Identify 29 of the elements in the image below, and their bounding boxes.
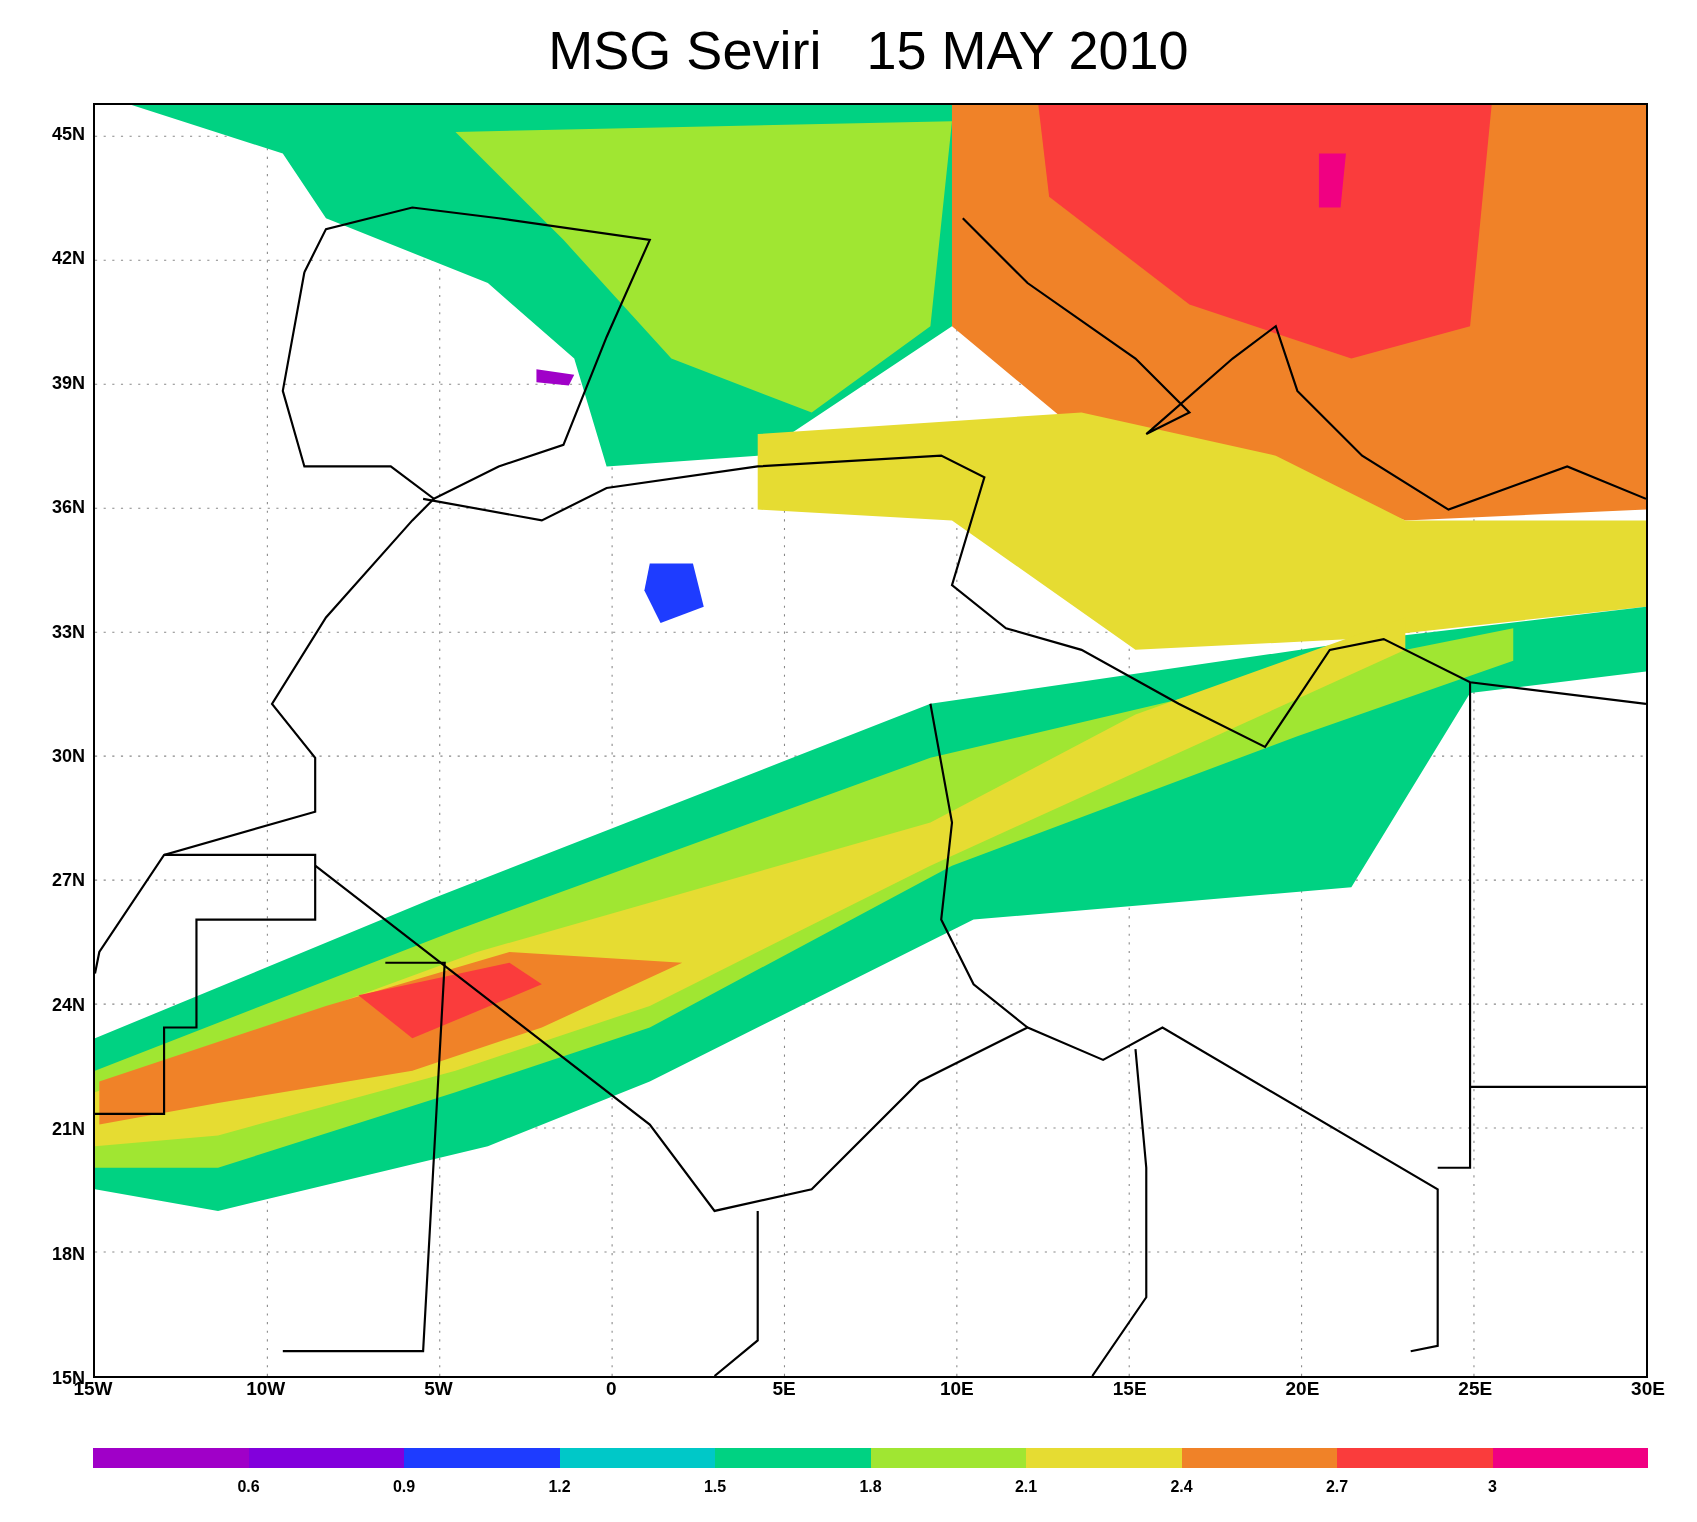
colorbar-label: 2.1 [1014,1478,1038,1496]
latitude-label: 30N [51,745,85,767]
longitude-label: 20E [1285,1378,1320,1400]
longitude-label: 10W [246,1378,286,1400]
latitude-label: 42N [51,247,85,269]
longitude-label: 15E [1112,1378,1147,1400]
colorbar-label: 1.8 [859,1478,882,1496]
latitude-label: 39N [51,372,85,394]
latitude-label: 21N [51,1118,85,1140]
longitude-label: 5W [424,1378,453,1400]
latitude-label: 24N [51,994,85,1016]
longitude-label: 10E [939,1378,974,1400]
longitude-label: 0 [606,1378,617,1400]
latitude-label: 33N [51,621,85,643]
colorbar-label: 0.9 [392,1478,416,1496]
chart-title: MSG Seviri 15 MAY 2010 [547,19,1190,82]
latitude-label: 36N [51,496,85,518]
colorbar-label: 2.4 [1170,1478,1193,1496]
colorbar-label: 3 [1488,1478,1497,1496]
colorbar-label: 0.6 [237,1478,260,1496]
latitude-label: 27N [51,869,85,891]
longitude-label: 25E [1458,1378,1493,1400]
longitude-label: 5E [772,1378,796,1400]
colorbar-label: 1.2 [548,1478,571,1496]
colorbar-label: 1.5 [703,1478,727,1496]
colorbar-label: 2.7 [1325,1478,1349,1496]
latitude-label: 45N [51,123,85,145]
latitude-label: 18N [51,1243,85,1265]
longitude-label: 30E [1631,1378,1665,1400]
